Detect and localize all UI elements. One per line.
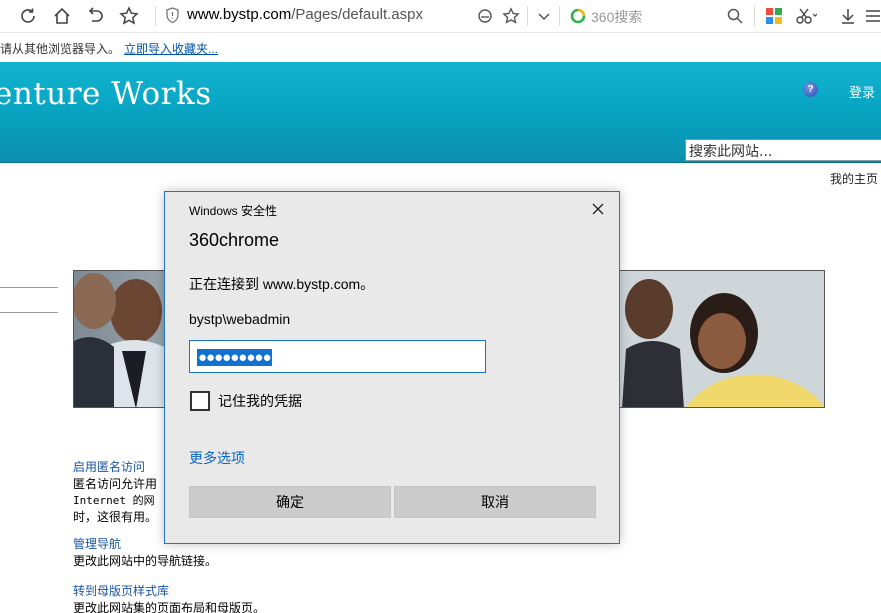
url-domain: www.bystp.com <box>187 6 292 23</box>
url-path: /Pages/default.aspx <box>291 6 423 23</box>
remember-credentials-label: 记住我的凭据 <box>218 393 302 409</box>
address-bar[interactable]: www.bystp.com/Pages/default.aspx <box>187 6 423 23</box>
compat-icon[interactable] <box>472 4 498 28</box>
site-search-input[interactable]: 搜索此网站... <box>685 139 881 161</box>
my-home-link[interactable]: 我的主页 <box>830 170 878 187</box>
anonymous-desc-line: 匿名访问允许用 <box>73 477 158 491</box>
connecting-text: 正在连接到 www.bystp.com。 <box>189 276 375 292</box>
navigation-desc: 更改此网站中的导航链接。 <box>73 554 218 568</box>
favorite-icon[interactable] <box>498 4 524 28</box>
more-options-link[interactable]: 更多选项 <box>189 448 245 468</box>
import-favorites-link[interactable]: 立即导入收藏夹... <box>124 40 218 57</box>
remember-credentials-checkbox[interactable] <box>190 391 210 411</box>
favorites-bar: 请从其他浏览器导入。 立即导入收藏夹... <box>0 34 881 62</box>
magnifier-icon[interactable] <box>722 4 748 28</box>
nav-divider <box>0 287 58 288</box>
password-masked-value: ●●●●●●●●● <box>197 349 272 366</box>
favorites-import-text: 请从其他浏览器导入。 <box>0 42 121 56</box>
ok-button[interactable]: 确定 <box>189 486 391 518</box>
anonymous-desc-line: 时，这很有用。 <box>73 510 158 524</box>
enable-anonymous-link[interactable]: 启用匿名访问 <box>73 458 157 475</box>
shield-icon[interactable] <box>165 7 180 28</box>
site-title[interactable]: enture Works <box>0 76 212 112</box>
refresh-icon[interactable] <box>15 4 41 28</box>
cancel-button[interactable]: 取消 <box>394 486 596 518</box>
toolbar-separator <box>155 6 156 26</box>
toolbar-separator <box>559 6 560 26</box>
star-icon[interactable] <box>116 4 142 28</box>
scissors-icon[interactable] <box>793 4 819 28</box>
dialog-caption: Windows 安全性 <box>189 204 278 218</box>
close-icon[interactable] <box>587 200 609 218</box>
help-icon[interactable]: ? <box>803 82 818 97</box>
password-field[interactable]: ●●●●●●●●● <box>189 340 486 373</box>
search-input[interactable]: 360搜索 <box>591 7 642 27</box>
dialog-heading: 360chrome <box>189 230 280 250</box>
anonymous-desc-line: Internet 的网 <box>73 494 155 507</box>
360-search-icon <box>565 4 591 28</box>
undo-icon[interactable] <box>82 4 108 28</box>
apps-icon[interactable] <box>761 4 787 28</box>
security-dialog: Windows 安全性 360chrome 正在连接到 www.bystp.co… <box>164 191 620 544</box>
content-block-master: 转到母版页样式库 更改此网站集的页面布局和母版页。 <box>73 582 265 613</box>
content-block-anonymous: 启用匿名访问 匿名访问允许用 Internet 的网 时，这很有用。 <box>73 458 157 525</box>
login-link[interactable]: 登录 <box>849 82 875 101</box>
username-text: bystp\webadmin <box>189 311 291 327</box>
chevron-down-icon[interactable] <box>531 4 557 28</box>
browser-toolbar: www.bystp.com/Pages/default.aspx 360搜索 <box>0 0 881 33</box>
download-icon[interactable] <box>835 4 861 28</box>
master-page-desc: 更改此网站集的页面布局和母版页。 <box>73 601 266 613</box>
toolbar-separator <box>527 6 528 26</box>
home-icon[interactable] <box>49 4 75 28</box>
nav-divider <box>0 312 58 313</box>
site-header: enture Works ? 登录 搜索此网站... <box>0 62 881 163</box>
master-page-gallery-link[interactable]: 转到母版页样式库 <box>73 582 265 599</box>
menu-icon[interactable] <box>860 4 881 28</box>
toolbar-separator <box>754 6 755 26</box>
